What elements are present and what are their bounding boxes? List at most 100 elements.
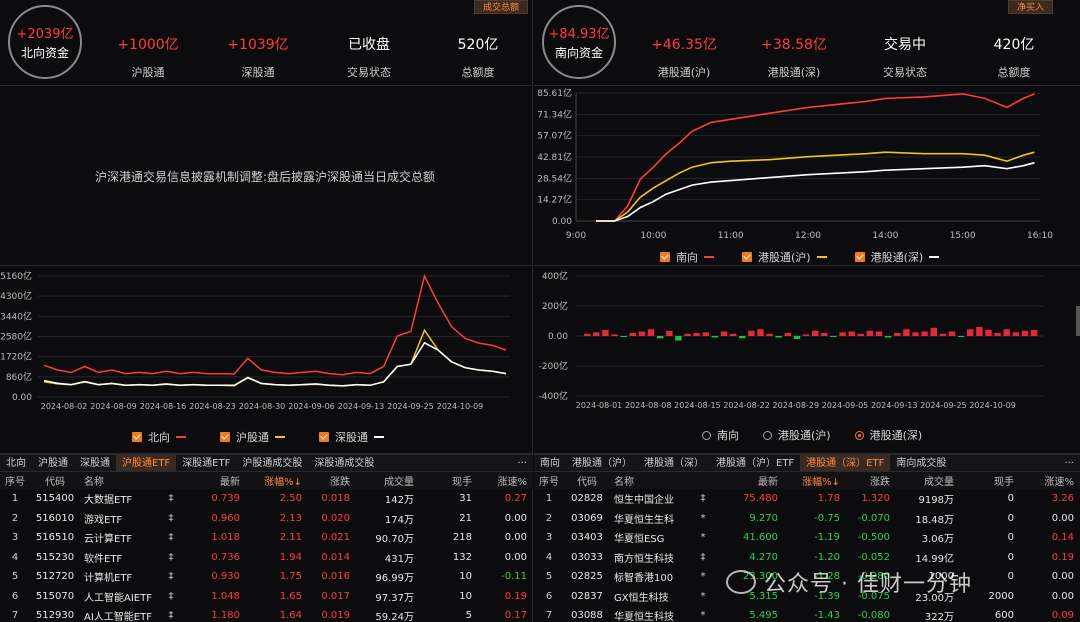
- column-header[interactable]: 现手: [420, 472, 478, 489]
- tab-5[interactable]: 南向成交股: [890, 455, 952, 471]
- tab-4[interactable]: 深股通ETF: [176, 455, 236, 471]
- tab-1[interactable]: 港股通（沪）: [566, 455, 638, 471]
- more-icon[interactable]: ···: [511, 455, 533, 471]
- table-row[interactable]: 4 03033 南方恒生科技 ‡ 4.270 -1.20 -0.052 14.99亿 0 0.19: [534, 548, 1080, 568]
- table-row[interactable]: 5 512720 计算机ETF ‡ 0.930 1.75 0.016 96.99万 10 -0.1…: [0, 567, 533, 587]
- total-turnover-button[interactable]: 成交总额: [474, 0, 529, 14]
- north-funds-circle[interactable]: +2039亿 北向资金: [8, 5, 82, 79]
- x-tick-label: 16:10: [1027, 231, 1053, 241]
- speed-pct: 0.00: [1051, 571, 1074, 583]
- stock-name: 计算机ETF: [84, 573, 133, 585]
- column-header[interactable]: 涨速%: [1020, 472, 1080, 489]
- column-header[interactable]: 涨跌: [846, 472, 896, 489]
- change-pct: 1.64: [279, 610, 302, 622]
- column-header[interactable]: [160, 472, 182, 489]
- flag-icon: ‡: [168, 532, 174, 544]
- column-header[interactable]: 序号: [0, 472, 30, 489]
- table-row[interactable]: 2 516010 游戏ETF ‡ 0.960 2.13 0.020 174万 21 0.00: [0, 509, 533, 529]
- tab-3[interactable]: 沪股通ETF: [116, 455, 177, 471]
- bar: [1003, 329, 1010, 337]
- y-tick-label: 0.00: [548, 332, 568, 342]
- table-row[interactable]: 3 516510 云计算ETF ‡ 1.018 2.11 0.021 90.70万 218 0.0…: [0, 528, 533, 548]
- change: 0.016: [321, 571, 350, 583]
- y-tick-label: 860亿: [6, 371, 32, 383]
- legend-label: 沪股通: [236, 431, 269, 444]
- table-row[interactable]: 7 512930 AI人工智能ETF ‡ 1.180 1.64 0.019 59.24万 5 0.…: [0, 606, 533, 622]
- tab-0[interactable]: 北向: [0, 455, 32, 471]
- change-pct: -1.43: [814, 610, 840, 622]
- bar: [584, 333, 591, 337]
- current-hand: 10: [459, 571, 472, 583]
- change: 0.019: [321, 610, 350, 622]
- y-tick-label: 0.00: [552, 217, 572, 227]
- column-header[interactable]: [692, 472, 714, 489]
- column-header[interactable]: 代码: [564, 472, 610, 489]
- volume: 3.06万: [921, 534, 954, 546]
- column-header[interactable]: 成交量: [356, 472, 420, 489]
- tab-6[interactable]: 深股通成交股: [308, 455, 380, 471]
- table-row[interactable]: 2 03069 华夏恒生生科 * 9.270 -0.75 -0.070 18.48万 0 0.00: [534, 509, 1080, 529]
- tab-0[interactable]: 南向: [534, 455, 566, 471]
- column-header[interactable]: 代码: [30, 472, 80, 489]
- checkbox-icon[interactable]: [220, 432, 230, 442]
- checkbox-icon[interactable]: [742, 252, 752, 262]
- radio-icon[interactable]: [763, 430, 772, 440]
- bar: [976, 327, 983, 336]
- radio-selected-icon[interactable]: [854, 430, 864, 440]
- x-tick-label: 2024-09-25: [387, 402, 434, 411]
- radio-icon[interactable]: [702, 430, 711, 440]
- tab-5[interactable]: 沪股通成交股: [236, 455, 308, 471]
- column-header[interactable]: 序号: [534, 472, 564, 489]
- column-header[interactable]: 涨速%: [478, 472, 533, 489]
- table-row[interactable]: 1 515400 大数据ETF ‡ 0.739 2.50 0.018 142万 31 0.27: [0, 489, 533, 509]
- bar: [812, 330, 819, 337]
- y-tick-label: 57.07亿: [537, 130, 572, 142]
- more-icon[interactable]: ···: [1058, 455, 1080, 471]
- bar: [930, 327, 937, 337]
- column-header[interactable]: 最新: [182, 472, 246, 489]
- last-price: 1.048: [211, 590, 240, 602]
- column-header[interactable]: 涨跌: [308, 472, 356, 489]
- column-header[interactable]: 名称: [610, 472, 692, 489]
- bar: [903, 329, 910, 337]
- x-tick-label: 2024-08-08: [625, 401, 672, 410]
- checkbox-icon[interactable]: [319, 432, 329, 442]
- side-handle[interactable]: [1076, 306, 1080, 336]
- column-header[interactable]: 最新: [714, 472, 784, 489]
- stat-value: +1000亿: [117, 37, 179, 53]
- column-header[interactable]: 涨幅%↓: [784, 472, 846, 489]
- flag-icon: ‡: [700, 493, 706, 505]
- column-header[interactable]: 涨幅%↓: [246, 472, 308, 489]
- south-funds-circle[interactable]: +84.93亿 南向资金: [542, 5, 616, 79]
- bar: [693, 333, 700, 336]
- x-tick-label: 14:00: [872, 231, 898, 241]
- x-tick-label: 11:00: [718, 231, 744, 241]
- net-buy-button[interactable]: 净买入: [1008, 0, 1054, 14]
- table-row[interactable]: 1 02828 恒生中国企业 ‡ 75.480 1.78 1.320 9198万 0 3.26: [534, 489, 1080, 509]
- current-hand: 0: [1007, 551, 1014, 563]
- tab-4[interactable]: 港股通（深）ETF: [800, 455, 891, 471]
- tab-1[interactable]: 沪股通: [32, 455, 74, 471]
- bar: [985, 330, 992, 336]
- table-row[interactable]: 7 03088 华夏恒生科技 * 5.495 -1.43 -0.080 322万 600 0.09: [534, 606, 1080, 622]
- checkbox-icon[interactable]: [854, 252, 865, 262]
- checkbox-icon[interactable]: [660, 252, 670, 262]
- column-header[interactable]: 现手: [960, 472, 1020, 489]
- tab-2[interactable]: 深股通: [74, 455, 116, 471]
- south-daily-chart: 400亿200亿0.00-200亿-400亿2024-08-01 2024-08-…: [539, 270, 1044, 410]
- tab-2[interactable]: 港股通（深）: [638, 455, 710, 471]
- north-daily-chart: 5160亿 4300亿 3440亿 2580亿 1720亿 860亿 0.00 2024-08…: [0, 270, 510, 411]
- speed-pct: 0.00: [504, 532, 527, 544]
- tab-3[interactable]: 港股通（沪）ETF: [710, 455, 800, 471]
- column-header[interactable]: 名称: [80, 472, 160, 489]
- stock-name: 软件ETF: [84, 553, 123, 565]
- table-row[interactable]: 3 03403 华夏恒ESG * 41.600 -1.19 -0.500 3.06万 0 0.14: [534, 528, 1080, 548]
- bar: [739, 336, 746, 339]
- checkbox-icon[interactable]: [132, 432, 142, 442]
- stat-label: 深股通: [241, 66, 275, 79]
- column-header[interactable]: 成交量: [896, 472, 960, 489]
- table-row[interactable]: 4 515230 软件ETF ‡ 0.736 1.94 0.014 431万 132 0.00: [0, 548, 533, 568]
- x-tick-label: 9:00: [566, 231, 586, 241]
- table-row[interactable]: 6 515070 人工智能AIETF ‡ 1.048 1.65 0.017 97.37万 10 0…: [0, 587, 533, 607]
- volume: 14.99亿: [915, 553, 954, 565]
